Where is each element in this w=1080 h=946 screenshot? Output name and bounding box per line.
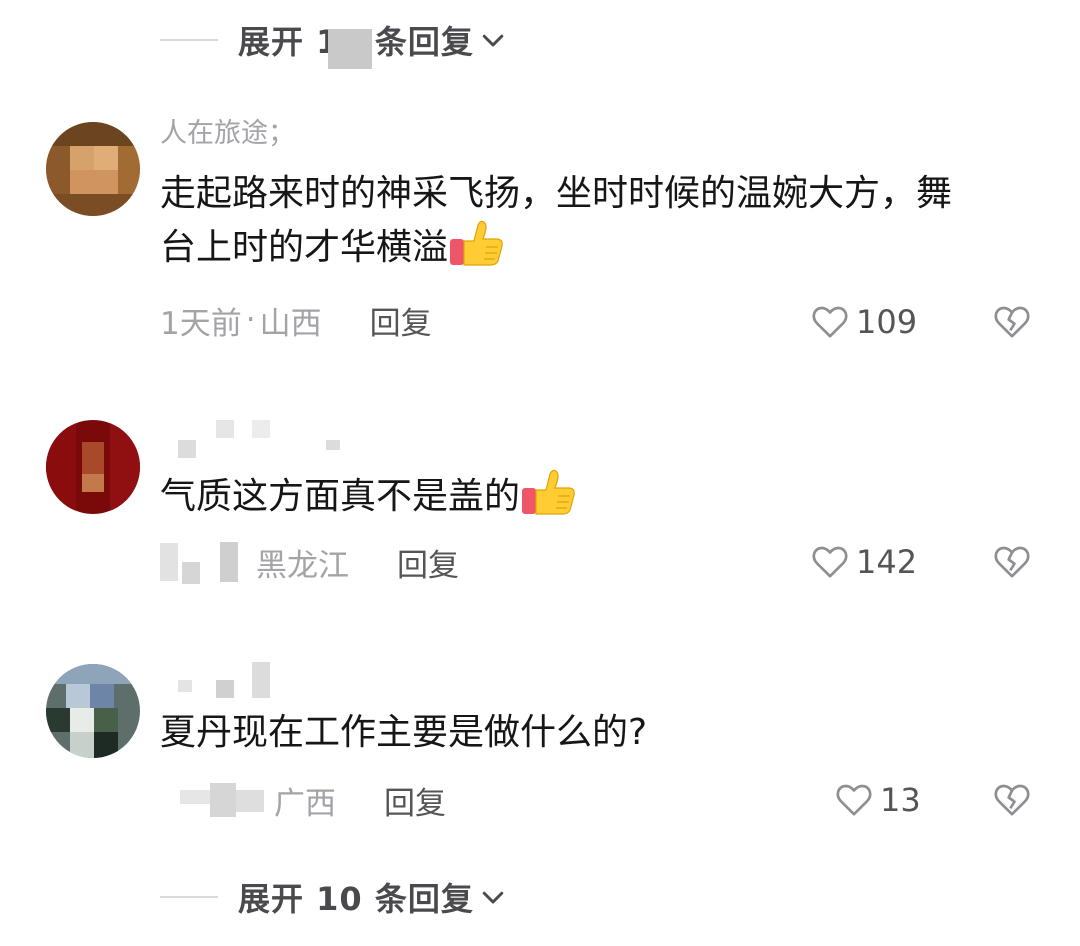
mosaic-overlay [216, 420, 234, 438]
mosaic-overlay [252, 420, 270, 438]
broken-heart-icon[interactable] [992, 302, 1032, 342]
comment-text-body: 走起路来时的神采飞扬，坐时时候的温婉大方，舞台上时的才华横溢 [160, 173, 953, 268]
expand-replies-top[interactable]: 展开 10 条回复 [160, 15, 508, 69]
comment-username[interactable] [160, 418, 340, 458]
reply-button[interactable]: 回复 [397, 540, 459, 585]
avatar[interactable] [46, 664, 140, 758]
mosaic-overlay [160, 543, 178, 581]
thumbs-up-icon [522, 469, 575, 515]
comment-text-body: 夏丹现在工作主要是做什么的? [160, 712, 648, 753]
divider-line [160, 896, 218, 898]
avatar[interactable] [46, 122, 140, 216]
expand-replies-bottom[interactable]: 展开 10 条回复 [160, 872, 508, 922]
mosaic-overlay [252, 662, 270, 698]
comment-text: 气质这方面真不是盖的 [160, 468, 980, 522]
mosaic-overlay [326, 440, 340, 450]
broken-heart-icon[interactable] [992, 542, 1032, 582]
heart-icon [812, 546, 848, 578]
like-button[interactable]: 109 [810, 300, 917, 344]
like-button[interactable]: 142 [810, 540, 917, 584]
chevron-down-icon [482, 34, 504, 47]
chevron-down-icon [482, 891, 504, 904]
avatar[interactable] [46, 420, 140, 514]
comment-text: 走起路来时的神采飞扬，坐时时候的温婉大方，舞台上时的才华横溢 [160, 169, 980, 273]
mosaic-overlay [210, 783, 236, 817]
comment-meta: 黑龙江 回复 [160, 540, 459, 584]
like-button[interactable]: 13 [834, 778, 921, 822]
divider-line [160, 39, 218, 41]
mosaic-overlay [178, 680, 192, 692]
comment-text-body: 气质这方面真不是盖的 [160, 476, 521, 517]
mosaic-overlay [236, 790, 264, 812]
mosaic-overlay [216, 680, 234, 698]
like-count: 13 [880, 781, 921, 819]
comment-meta: 1天前 · 山西 回复 [160, 298, 432, 342]
comment-time: 1天前 [160, 305, 242, 342]
mosaic-overlay [328, 29, 372, 69]
mosaic-overlay [182, 562, 200, 584]
comment-meta: 广西 回复 [160, 778, 446, 822]
meta-dot: · [245, 302, 256, 338]
comment-username[interactable] [160, 660, 300, 698]
like-count: 142 [856, 543, 918, 581]
reply-button[interactable]: 回复 [370, 298, 432, 343]
expand-replies-label: 展开 10 条回复 [238, 880, 474, 918]
comment-location: 山西 [259, 305, 322, 342]
comment-location: 广西 [274, 785, 336, 822]
reply-button[interactable]: 回复 [384, 778, 446, 823]
thumbs-up-icon [450, 220, 503, 266]
comment-location: 黑龙江 [256, 547, 349, 584]
heart-icon [812, 306, 848, 338]
comment-username[interactable]: 人在旅途； [160, 116, 295, 152]
mosaic-overlay [220, 542, 238, 582]
heart-icon [836, 784, 872, 816]
broken-heart-icon[interactable] [992, 780, 1032, 820]
mosaic-overlay [178, 440, 196, 458]
comment-text: 夏丹现在工作主要是做什么的? [160, 708, 980, 758]
like-count: 109 [856, 303, 918, 341]
mosaic-overlay [180, 790, 210, 804]
